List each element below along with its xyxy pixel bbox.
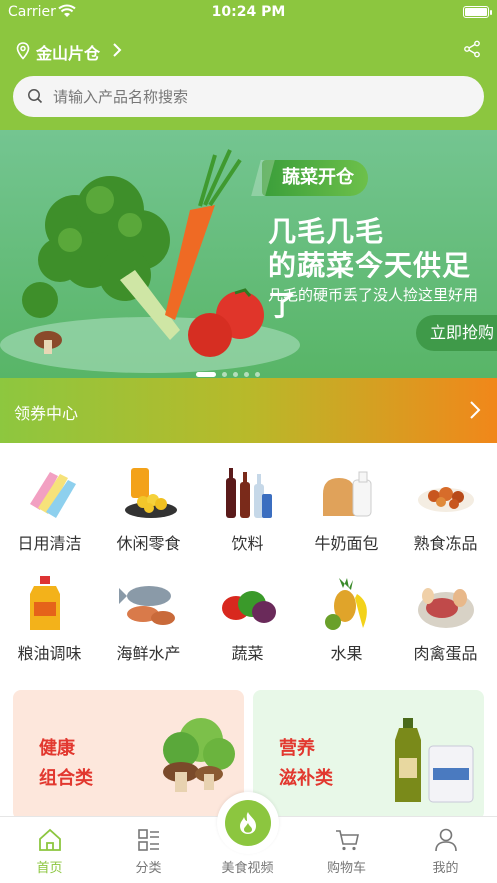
promo-title-line1: 营养 [279, 738, 315, 759]
category-label: 粮油调味 [17, 644, 82, 663]
seafood-icon [119, 586, 175, 625]
tab-label: 首页 [36, 861, 63, 876]
banner-buy-button[interactable]: 立即抢购 [416, 315, 497, 351]
category-item[interactable]: 海鲜水产 [99, 560, 198, 670]
chevron-right-icon [113, 43, 122, 57]
coupon-center-label: 领券中心 [14, 404, 79, 423]
category-item[interactable]: 日用清洁 [0, 450, 99, 560]
category-item[interactable]: 牛奶面包 [297, 450, 396, 560]
banner-dot[interactable] [233, 372, 238, 377]
tab-cart[interactable]: 购物车 [297, 817, 396, 883]
video-flame-icon [240, 812, 256, 834]
tab-profile[interactable]: 我的 [396, 817, 495, 883]
category-item[interactable]: 水果 [297, 560, 396, 670]
category-icon [138, 829, 159, 851]
category-item[interactable]: 熟食冻品 [396, 450, 495, 560]
lettuce-mushroom-image [163, 718, 235, 792]
banner-dot[interactable] [196, 372, 216, 377]
banner-pagination[interactable] [196, 362, 316, 377]
category-label: 肉禽蛋品 [413, 644, 478, 663]
category-label: 日用清洁 [17, 534, 82, 553]
tab-label: 美食视频 [221, 861, 274, 876]
category-grid: 日用清洁 休闲零食 饮料 牛奶面包 熟食冻品 粮油调味 海鲜水产 蔬菜 水果 肉… [0, 450, 497, 680]
promo-title-line2: 组合类 [39, 768, 93, 789]
fruit-icon [325, 578, 367, 630]
coupon-center-bar[interactable]: 领券中心 [0, 378, 497, 443]
category-label: 休闲零食 [116, 534, 181, 553]
tab-category[interactable]: 分类 [99, 817, 198, 883]
tab-label: 购物车 [326, 861, 366, 876]
banner-tag: 蔬菜开仓 [262, 160, 368, 196]
vegetables-icon [222, 591, 276, 623]
oil-rice-image [395, 718, 474, 803]
category-label: 牛奶面包 [314, 534, 379, 553]
tab-home[interactable]: 首页 [0, 817, 99, 883]
banner-subtitle: 几毛的硬币丢了没人捡这里好用 [268, 286, 479, 304]
search-icon [28, 89, 43, 104]
snacks-icon [125, 468, 177, 518]
tab-label: 我的 [432, 861, 459, 876]
category-item[interactable]: 休闲零食 [99, 450, 198, 560]
battery-icon [463, 6, 492, 18]
status-bar: Carrier 10:24 PM [0, 0, 497, 26]
user-icon [435, 828, 457, 852]
milk-bread-icon [323, 471, 372, 517]
food-video-center-button[interactable] [217, 792, 279, 854]
banner-dot[interactable] [244, 372, 249, 377]
category-item[interactable]: 蔬菜 [198, 560, 297, 670]
search-input[interactable] [53, 76, 453, 117]
category-label: 饮料 [231, 534, 264, 553]
search-bar[interactable] [13, 76, 484, 117]
clock: 10:24 PM [211, 4, 286, 20]
cart-icon [336, 830, 359, 851]
home-icon [39, 828, 61, 851]
location-pin-icon [16, 42, 30, 60]
category-label: 蔬菜 [231, 644, 264, 663]
tab-label: 分类 [135, 861, 162, 876]
meat-eggs-icon [418, 588, 474, 628]
promo-title-line1: 健康 [39, 738, 75, 759]
share-icon[interactable] [463, 40, 481, 58]
oil-icon [30, 576, 60, 630]
category-item[interactable]: 肉禽蛋品 [396, 560, 495, 670]
location-selector[interactable]: 金山片仓 [0, 36, 497, 66]
category-label: 海鲜水产 [116, 644, 181, 663]
category-item[interactable]: 饮料 [198, 450, 297, 560]
category-label: 水果 [330, 644, 363, 663]
cleaning-gloves-icon [30, 472, 76, 518]
location-name[interactable]: 金山片仓 [36, 40, 100, 64]
promo-card-nutrition[interactable]: 营养 滋补类 [253, 690, 484, 820]
banner-dot[interactable] [222, 372, 227, 377]
category-label: 熟食冻品 [413, 534, 478, 553]
promo-banner[interactable]: 蔬菜开仓 几毛几毛 的蔬菜今天供足了 几毛的硬币丢了没人捡这里好用 立即抢购 [0, 130, 497, 378]
chevron-right-icon [470, 401, 481, 419]
cooked-food-icon [418, 487, 474, 512]
promo-card-health[interactable]: 健康 组合类 [13, 690, 244, 820]
category-item[interactable]: 粮油调味 [0, 560, 99, 670]
promo-title-line2: 滋补类 [279, 768, 333, 789]
banner-dot[interactable] [255, 372, 260, 377]
vegetables-illustration [0, 149, 300, 373]
drinks-icon [226, 468, 272, 518]
